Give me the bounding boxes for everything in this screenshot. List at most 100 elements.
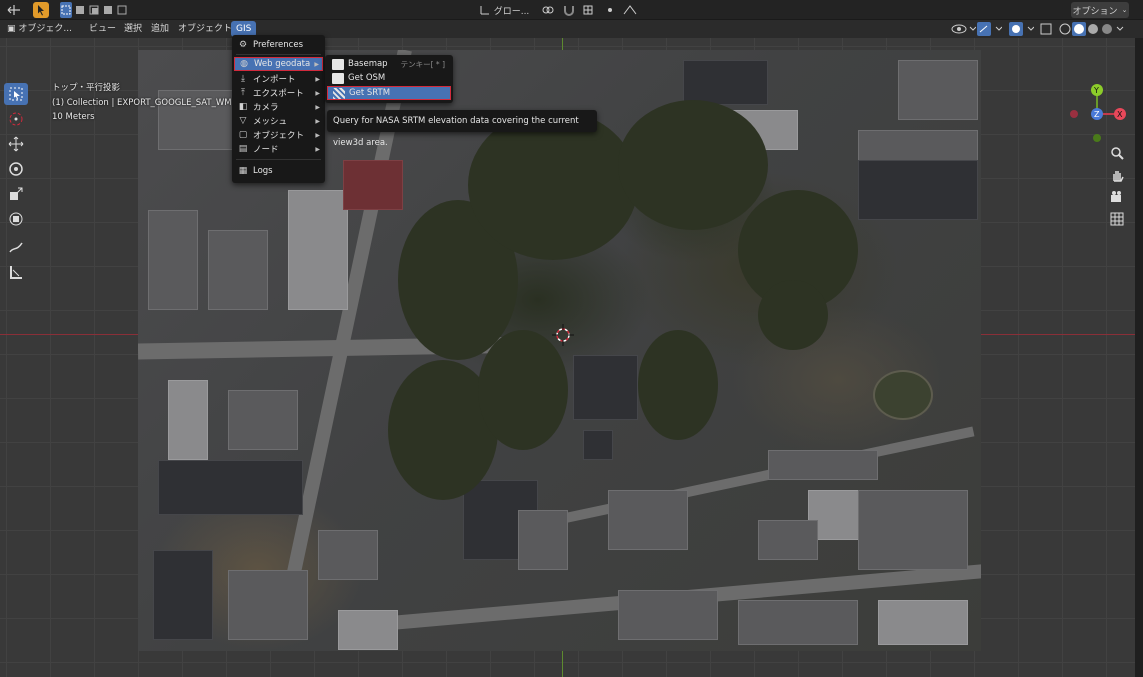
ortho-toggle-button[interactable] <box>1106 208 1128 230</box>
osm-icon <box>332 72 344 84</box>
side-panel-strip[interactable] <box>1135 38 1143 677</box>
overlay-icon <box>1009 22 1035 36</box>
viewport-info-overlay: トップ・平行投影 (1) Collection | EXPORT_GOOGLE_… <box>52 81 232 125</box>
overlay-dropdown[interactable] <box>1008 22 1035 36</box>
move-arrows-icon <box>8 136 24 152</box>
select-invert-button[interactable] <box>102 2 114 18</box>
transform-tool-icon <box>9 212 23 226</box>
gizmo-x-label: X <box>1117 110 1123 119</box>
submenu-get-srtm-label: Get SRTM <box>349 88 391 98</box>
mesh-icon: ▽ <box>239 116 247 126</box>
proportional-dot-icon <box>608 8 612 12</box>
menu-select[interactable]: 選択 <box>119 21 147 37</box>
camera-icon <box>1111 191 1121 202</box>
tool-move[interactable] <box>4 133 28 155</box>
import-icon: ⤓ <box>241 74 245 84</box>
gis-menu-camera[interactable]: ◧ カメラ ▶ <box>234 100 323 114</box>
gis-menu-logs-label: Logs <box>253 166 273 176</box>
gizmo-dropdown[interactable] <box>976 22 1003 36</box>
object-mode-icon: ▣ <box>7 24 16 34</box>
gis-menu-node[interactable]: ▤ ノード ▶ <box>234 142 323 156</box>
gizmo-z-label: Z <box>1094 110 1100 119</box>
options-dropdown[interactable]: オプション ⌄ <box>1071 2 1129 18</box>
gis-menu-export[interactable]: ⤒ エクスポート ▶ <box>234 86 323 100</box>
viewport-header: ▣ オブジェク... ビュー 選択 追加 オブジェクト GIS <box>0 20 1143 38</box>
menu-object-mode[interactable]: ▣ オブジェク... <box>2 21 77 37</box>
gis-menu-camera-label: カメラ <box>253 103 279 113</box>
camera-view-button[interactable] <box>1106 186 1128 208</box>
submenu-arrow-icon: ▶ <box>315 103 320 111</box>
chevron-down-icon: ⌄ <box>1121 6 1128 14</box>
pivot-point-dropdown[interactable] <box>538 2 558 18</box>
menu-view[interactable]: ビュー <box>84 21 121 37</box>
tool-scale[interactable] <box>4 183 28 205</box>
submenu-get-srtm[interactable]: Get SRTM <box>327 86 451 100</box>
collection-info: (1) Collection | EXPORT_GOOGLE_SAT_WM <box>52 97 232 108</box>
navigation-gizmo[interactable]: Y Z X <box>1068 80 1132 144</box>
gis-menu-object[interactable]: ▢ オブジェクト ▶ <box>234 128 323 142</box>
globe-icon: ◍ <box>240 59 248 69</box>
proportional-edit-toggle[interactable] <box>603 2 617 18</box>
select-subtract-button[interactable] <box>88 2 100 18</box>
shading-modes[interactable] <box>1058 22 1126 36</box>
view-name: トップ・平行投影 <box>52 83 121 93</box>
select-box-new-button[interactable] <box>60 2 72 18</box>
select-subtract-icon <box>89 5 99 15</box>
zoom-button[interactable] <box>1106 142 1128 164</box>
grid-scale: 10 Meters <box>52 112 95 122</box>
falloff-dropdown[interactable] <box>619 2 641 18</box>
xray-toggle[interactable] <box>1040 22 1052 36</box>
link-icon <box>542 6 554 14</box>
select-mode-button[interactable] <box>33 2 49 18</box>
snap-target-dropdown[interactable] <box>578 2 598 18</box>
menu-add[interactable]: 追加 <box>146 21 174 37</box>
select-extend-button[interactable] <box>74 2 86 18</box>
3d-viewport[interactable]: トップ・平行投影 (1) Collection | EXPORT_GOOGLE_… <box>0 38 1135 677</box>
snap-toggle[interactable] <box>562 2 576 18</box>
submenu-get-osm[interactable]: Get OSM <box>327 71 451 85</box>
scale-icon <box>10 187 23 200</box>
tool-transform[interactable] <box>4 208 28 230</box>
shading-icons <box>1059 22 1124 36</box>
gis-menu-import[interactable]: ⤓ インポート ▶ <box>234 72 323 86</box>
zoom-magnifier-icon <box>1111 147 1124 160</box>
gis-menu-logs[interactable]: ▦ Logs <box>234 164 323 178</box>
tool-cursor[interactable] <box>4 108 28 130</box>
cursor-target-icon <box>9 112 23 126</box>
3d-cursor-icon[interactable] <box>552 324 574 346</box>
gis-menu-node-label: ノード <box>253 145 279 155</box>
gis-menu-export-label: エクスポート <box>253 89 304 99</box>
select-intersect-button[interactable] <box>116 2 128 18</box>
editor-type-button[interactable] <box>3 2 25 18</box>
menu-divider <box>236 159 321 160</box>
orientation-label: グロー... <box>493 6 530 17</box>
submenu-arrow-icon: ▶ <box>315 131 320 139</box>
menu-divider <box>236 54 321 55</box>
gis-menu-preferences-label: Preferences <box>253 40 303 50</box>
submenu-basemap[interactable]: Basemap テンキー[ * ] <box>327 57 451 71</box>
gis-menu-web-geodata-label: Web geodata <box>254 59 311 69</box>
gis-menu-object-label: オブジェクト <box>253 131 305 141</box>
submenu-basemap-label: Basemap <box>348 59 388 69</box>
gizmo-y-label: Y <box>1093 86 1099 95</box>
tool-annotate[interactable] <box>4 236 28 258</box>
transform-orientation-dropdown[interactable]: グロー... <box>476 2 532 18</box>
menu-object-mode-label: オブジェク... <box>18 24 72 34</box>
select-extend-icon <box>76 6 84 14</box>
basemap-icon <box>332 58 344 70</box>
pan-button[interactable] <box>1106 164 1128 186</box>
visibility-dropdown[interactable] <box>950 22 977 36</box>
tool-measure[interactable] <box>4 261 28 283</box>
gis-menu-preferences[interactable]: ⚙ Preferences <box>234 38 323 52</box>
tooltip: Query for NASA SRTM elevation data cover… <box>327 110 597 148</box>
gizmo-neg-y[interactable] <box>1093 134 1101 142</box>
menu-object[interactable]: オブジェクト <box>173 21 237 37</box>
gis-menu-mesh[interactable]: ▽ メッシュ ▶ <box>234 114 323 128</box>
gizmo-neg-x[interactable] <box>1070 110 1078 118</box>
object-icon: ▢ <box>238 130 248 140</box>
submenu-arrow-icon: ▶ <box>315 117 320 125</box>
tool-select-box[interactable] <box>4 83 28 105</box>
select-invert-icon <box>104 6 112 14</box>
tool-rotate[interactable] <box>4 158 28 180</box>
gis-menu-web-geodata[interactable]: ◍ Web geodata ▶ <box>234 57 323 71</box>
